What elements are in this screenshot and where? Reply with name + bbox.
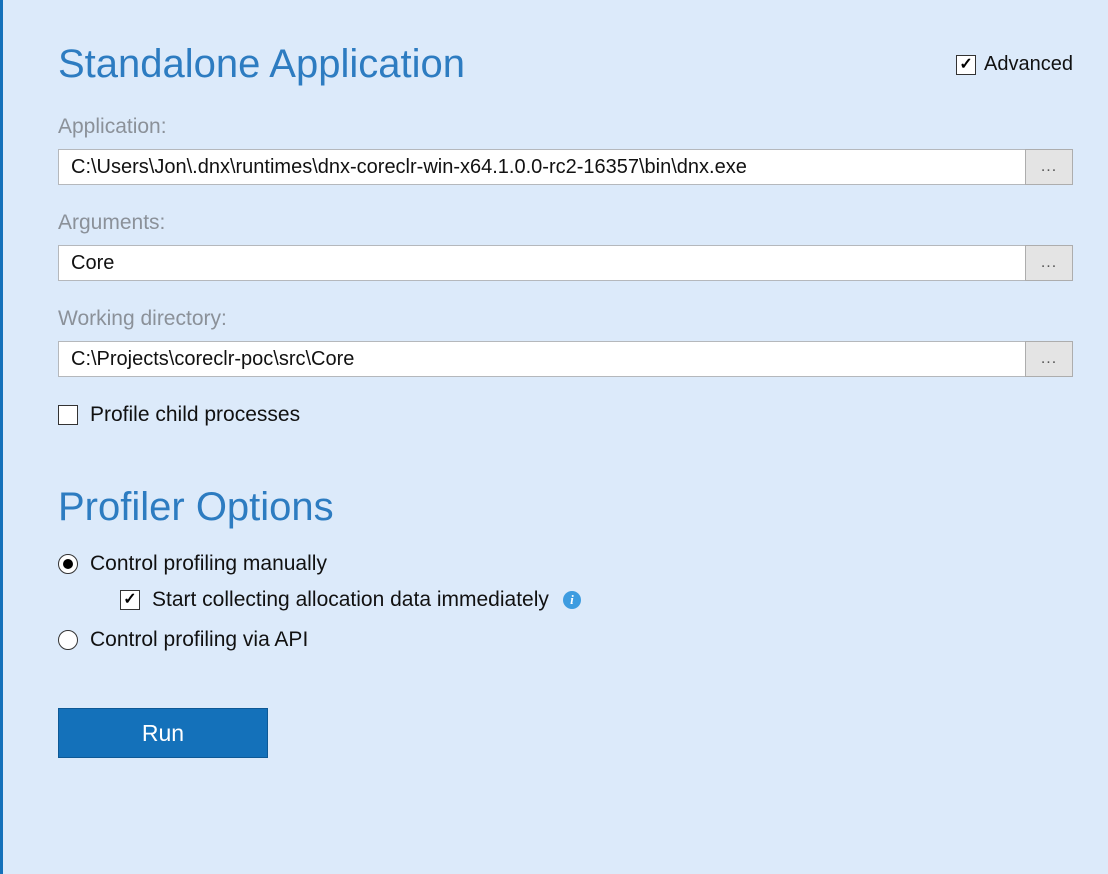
profile-child-checkbox[interactable] xyxy=(58,405,78,425)
advanced-checkbox[interactable] xyxy=(956,55,976,75)
advanced-toggle[interactable]: Advanced xyxy=(956,53,1073,76)
workdir-browse-button[interactable]: ... xyxy=(1025,341,1073,377)
start-collecting-row[interactable]: Start collecting allocation data immedia… xyxy=(120,588,1073,612)
page-title: Standalone Application xyxy=(58,42,465,87)
info-icon[interactable]: i xyxy=(563,591,581,609)
run-button[interactable]: Run xyxy=(58,708,268,758)
arguments-browse-button[interactable]: ... xyxy=(1025,245,1073,281)
application-label: Application: xyxy=(58,115,1073,139)
application-browse-button[interactable]: ... xyxy=(1025,149,1073,185)
manual-radio-label: Control profiling manually xyxy=(90,552,327,576)
workdir-input[interactable] xyxy=(58,341,1026,377)
arguments-label: Arguments: xyxy=(58,211,1073,235)
via-api-radio-row[interactable]: Control profiling via API xyxy=(58,628,1073,652)
manual-radio-row[interactable]: Control profiling manually xyxy=(58,552,1073,576)
advanced-label: Advanced xyxy=(984,53,1073,76)
via-api-radio-label: Control profiling via API xyxy=(90,628,308,652)
workdir-label: Working directory: xyxy=(58,307,1073,331)
profile-child-row[interactable]: Profile child processes xyxy=(58,403,1073,427)
arguments-input[interactable] xyxy=(58,245,1026,281)
profiler-options-title: Profiler Options xyxy=(58,485,1073,530)
manual-radio[interactable] xyxy=(58,554,78,574)
profile-child-label: Profile child processes xyxy=(90,403,300,427)
start-collecting-checkbox[interactable] xyxy=(120,590,140,610)
application-input[interactable] xyxy=(58,149,1026,185)
via-api-radio[interactable] xyxy=(58,630,78,650)
start-collecting-label: Start collecting allocation data immedia… xyxy=(152,588,549,612)
